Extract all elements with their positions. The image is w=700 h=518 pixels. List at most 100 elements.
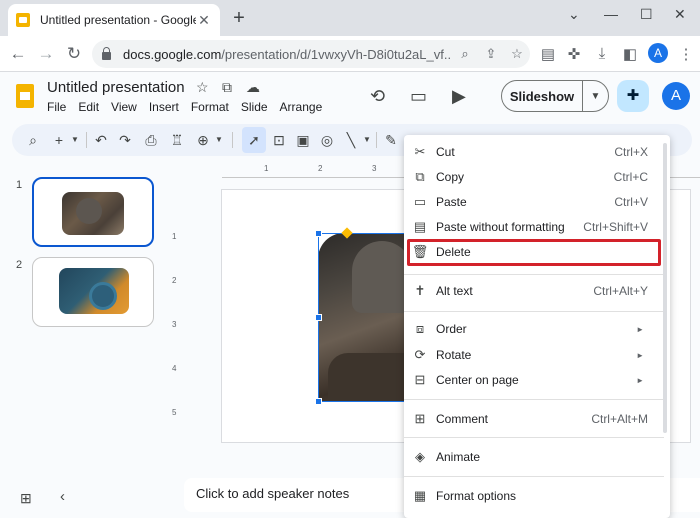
cloud-saved-icon[interactable]: ☁ <box>246 79 260 96</box>
menu-item-label: Rotate <box>436 348 472 362</box>
new-slide-dropdown-icon[interactable]: ▼ <box>66 131 84 149</box>
menu-item-copy[interactable]: ⧉ Copy Ctrl+C <box>404 165 664 189</box>
zoom-search-icon[interactable]: ⌕ <box>452 46 478 62</box>
back-arrow-icon[interactable]: ← <box>6 42 30 66</box>
menu-item-label: Center on page <box>436 373 519 387</box>
share-add-person-icon[interactable]: ✚ <box>617 80 649 112</box>
pen-icon[interactable]: ✎ <box>382 131 400 149</box>
paint-format-icon[interactable]: ♖ <box>168 131 186 149</box>
collapse-filmstrip-icon[interactable]: ‹ <box>60 488 65 505</box>
selection-frame <box>318 233 418 402</box>
vertical-ruler[interactable]: 1 2 3 4 5 <box>168 190 184 440</box>
extensions-puzzle-icon[interactable]: ✜ <box>564 45 584 63</box>
select-cursor-icon[interactable]: ➚ <box>245 131 263 149</box>
animate-icon: ◈ <box>415 449 425 464</box>
resize-handle-nw[interactable] <box>315 230 322 237</box>
grid-view-icon[interactable]: ⊞ <box>20 490 32 507</box>
menu-item-rotate[interactable]: ⟳ Rotate ► <box>404 343 664 367</box>
paste-plain-icon: ▤ <box>413 219 427 234</box>
accessibility-icon: ✝ <box>414 283 426 298</box>
menu-item-label: Cut <box>436 145 455 159</box>
text-box-icon[interactable]: ⊡ <box>270 131 288 149</box>
browser-profile-avatar[interactable]: A <box>648 43 668 63</box>
slides-logo-icon[interactable] <box>16 84 34 108</box>
submenu-arrow-icon: ► <box>636 350 644 360</box>
menu-item-paste[interactable]: ▭ Paste Ctrl+V <box>404 190 664 214</box>
menu-item-label: Comment <box>436 412 489 426</box>
maximize-window-button[interactable]: ☐ <box>640 6 653 23</box>
account-avatar[interactable]: A <box>662 82 690 110</box>
slideshow-dropdown-icon[interactable]: ▼ <box>583 91 608 102</box>
redo-icon[interactable]: ↷ <box>116 131 134 149</box>
toolbar-divider <box>376 132 377 148</box>
shape-icon[interactable]: ◎ <box>318 131 336 149</box>
menu-slide[interactable]: Slide <box>241 100 268 114</box>
slideshow-button[interactable]: Slideshow ▼ <box>501 80 609 112</box>
menu-scrollbar[interactable] <box>663 143 667 433</box>
browser-menu-icon[interactable]: ⋮ <box>676 45 696 63</box>
new-tab-button[interactable]: + <box>228 7 250 30</box>
lock-icon[interactable] <box>102 47 111 60</box>
undo-icon[interactable]: ↶ <box>92 131 110 149</box>
reading-list-icon[interactable]: ▤ <box>538 45 558 63</box>
menu-format[interactable]: Format <box>191 100 229 114</box>
slide-number: 2 <box>16 259 23 271</box>
print-icon[interactable]: ⎙ <box>142 131 160 149</box>
document-title[interactable]: Untitled presentation <box>47 79 185 96</box>
side-panel-icon[interactable]: ◧ <box>620 45 640 63</box>
menu-item-shortcut: Ctrl+V <box>614 195 648 209</box>
menu-item-comment[interactable]: ⊞ Comment Ctrl+Alt+M <box>404 407 664 431</box>
menu-edit[interactable]: Edit <box>78 100 99 114</box>
submenu-arrow-icon: ► <box>636 375 644 385</box>
menu-item-alt-text[interactable]: ✝ Alt text Ctrl+Alt+Y <box>404 279 664 303</box>
menu-file[interactable]: File <box>47 100 66 114</box>
zoom-dropdown-icon[interactable]: ▼ <box>210 131 228 149</box>
menu-item-paste-without-formatting[interactable]: ▤ Paste without formatting Ctrl+Shift+V <box>404 215 664 239</box>
comment-icon: ⊞ <box>414 411 426 426</box>
menu-divider <box>404 476 664 477</box>
center-icon: ⊟ <box>414 372 426 387</box>
move-folder-icon[interactable]: ⧉ <box>222 79 232 96</box>
minimize-window-button[interactable]: — <box>604 6 618 22</box>
comments-icon[interactable]: ▭ <box>410 86 427 107</box>
url-omnibox[interactable]: docs.google.com/presentation/d/1vwxyVh-D… <box>92 40 530 68</box>
menu-divider <box>404 311 664 312</box>
star-icon[interactable]: ☆ <box>196 79 209 96</box>
search-menus-icon[interactable]: ⌕ <box>24 131 42 149</box>
menu-item-center-on-page[interactable]: ⊟ Center on page ► <box>404 368 664 392</box>
slides-favicon-icon <box>16 13 30 27</box>
slide-1-photo <box>62 192 124 235</box>
close-window-button[interactable]: ✕ <box>674 6 686 23</box>
line-dropdown-icon[interactable]: ▼ <box>358 131 376 149</box>
menu-item-order[interactable]: ⧈ Order ► <box>404 317 664 341</box>
menu-item-cut[interactable]: ✂ Cut Ctrl+X <box>404 140 664 164</box>
menu-item-animate[interactable]: ◈ Animate <box>404 445 664 469</box>
slideshow-label[interactable]: Slideshow <box>502 89 582 104</box>
insert-image-icon[interactable]: ▣ <box>294 131 312 149</box>
menu-item-shortcut: Ctrl+X <box>614 145 648 159</box>
menu-item-shortcut: Ctrl+Alt+M <box>591 412 648 426</box>
menu-item-format-options[interactable]: ▦ Format options <box>404 484 664 508</box>
resize-handle-w[interactable] <box>315 314 322 321</box>
download-icon[interactable]: ⤓ <box>592 45 612 62</box>
menu-insert[interactable]: Insert <box>149 100 179 114</box>
menu-view[interactable]: View <box>111 100 137 114</box>
browser-tab[interactable]: Untitled presentation - Google S ✕ <box>8 4 220 36</box>
url-text[interactable]: docs.google.com/presentation/d/1vwxyVh-D… <box>123 47 452 62</box>
slides-app-header: Untitled presentation ☆ ⧉ ☁ File Edit Vi… <box>0 72 700 122</box>
share-page-icon[interactable]: ⇪ <box>478 46 504 62</box>
resize-handle-sw[interactable] <box>315 398 322 405</box>
version-history-icon[interactable]: ⟲ <box>370 86 385 107</box>
address-bar: ← → ↻ docs.google.com/presentation/d/1vw… <box>0 36 700 72</box>
bookmark-star-icon[interactable]: ☆ <box>504 46 530 62</box>
menu-divider <box>404 437 664 438</box>
reload-icon[interactable]: ↻ <box>62 42 86 66</box>
menu-item-label: Alt text <box>436 284 473 298</box>
slide-thumbnail-1[interactable] <box>32 177 154 247</box>
tab-search-icon[interactable]: ⌄ <box>568 6 580 23</box>
menu-arrange[interactable]: Arrange <box>280 100 323 114</box>
meet-camera-icon[interactable]: ▶ <box>452 86 466 107</box>
slide-thumbnail-2[interactable] <box>32 257 154 327</box>
forward-arrow-icon[interactable]: → <box>34 42 58 66</box>
close-tab-icon[interactable]: ✕ <box>196 12 212 29</box>
